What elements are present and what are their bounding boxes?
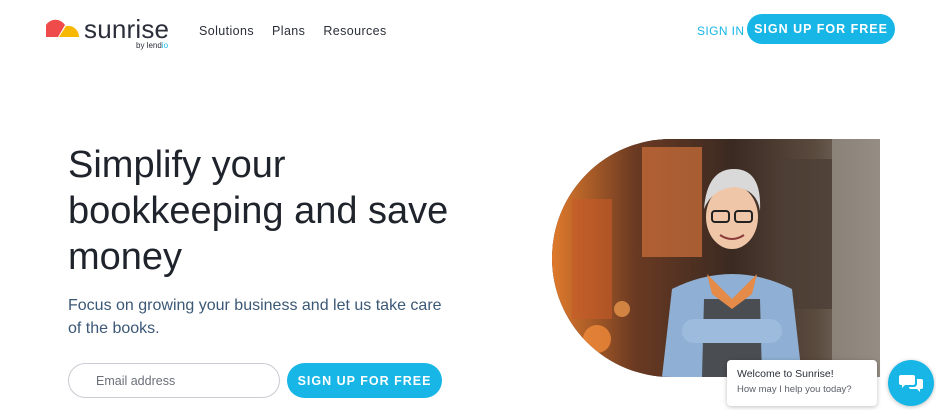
main-nav: Solutions Plans Resources (199, 24, 387, 38)
nav-item-plans[interactable]: Plans (272, 24, 305, 38)
email-input[interactable] (68, 363, 280, 398)
hero-sign-up-button[interactable]: SIGN UP FOR FREE (287, 363, 442, 398)
hero-title: Simplify your bookkeeping and save money (68, 144, 449, 278)
logo-byline-accent: io (161, 41, 169, 50)
chat-greeting-bubble[interactable]: Welcome to Sunrise! How may I help you t… (727, 360, 877, 406)
hero-subtitle: Focus on growing your business and let u… (68, 297, 442, 337)
site-header: sunrise by lendio Solutions Plans Resour… (0, 0, 936, 62)
hero-photo-illustration (552, 139, 880, 377)
chat-launcher-button[interactable] (888, 360, 934, 406)
sign-in-link[interactable]: SIGN IN (697, 24, 744, 38)
logo-byline: by lendio (136, 41, 168, 50)
chat-greeting-message: How may I help you today? (737, 384, 852, 395)
hero-image (552, 139, 880, 377)
nav-item-solutions[interactable]: Solutions (199, 24, 254, 38)
sunrise-logo-mark-icon (46, 19, 80, 37)
chat-greeting-title: Welcome to Sunrise! (737, 368, 834, 380)
chat-icon (899, 375, 923, 392)
nav-item-resources[interactable]: Resources (323, 24, 386, 38)
header-sign-up-button[interactable]: SIGN UP FOR FREE (747, 14, 895, 44)
logo-byline-prefix: by lend (136, 41, 162, 50)
sunrise-logo[interactable]: sunrise by lendio (46, 14, 176, 54)
